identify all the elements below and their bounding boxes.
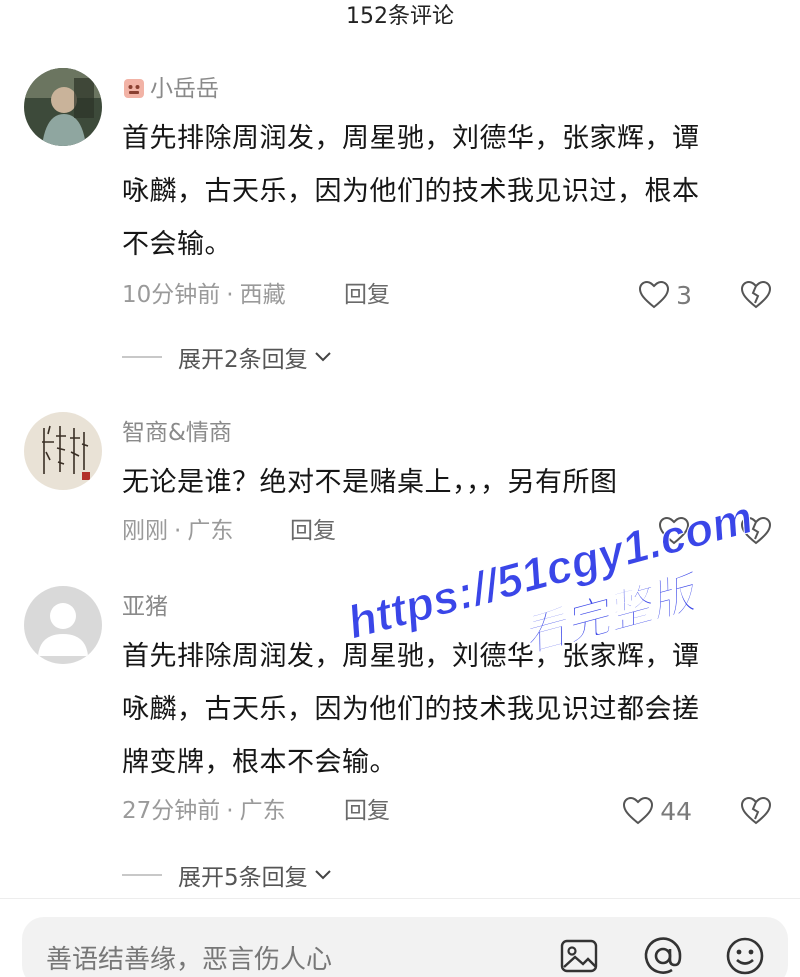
comment-line: 首先排除周润发，周星驰，刘德华，张家辉，谭 <box>122 641 700 672</box>
heart-icon <box>639 280 670 309</box>
emoji-icon[interactable] <box>724 935 766 977</box>
like-count: 44 <box>660 796 692 826</box>
expand-replies-button[interactable]: 展开2条回复 <box>122 342 332 373</box>
reply-button[interactable]: 回复 <box>290 516 336 546</box>
image-icon[interactable] <box>558 935 600 977</box>
broken-heart-icon[interactable] <box>740 796 772 826</box>
divider-dash <box>122 874 162 876</box>
avatar[interactable] <box>24 68 102 146</box>
location: 广东 <box>187 518 234 544</box>
broken-heart-icon[interactable] <box>740 280 772 310</box>
avatar[interactable] <box>24 412 102 490</box>
divider-dash <box>122 356 162 358</box>
comment-text: 首先排除周润发，周星驰，刘德华，张家辉，谭 咏麟，古天乐，因为他们的技术我见识过… <box>122 112 782 271</box>
comment-meta: 27分钟前 · 广东 <box>122 798 286 824</box>
expand-replies-label: 展开2条回复 <box>178 347 308 373</box>
avatar-calligraphy <box>24 412 102 490</box>
comment-composer: 善语结善缘，恶言伤人心 <box>0 898 800 977</box>
username[interactable]: 智商&情商 <box>122 418 232 448</box>
timestamp: 27分钟前 <box>122 798 221 824</box>
heart-icon <box>658 516 690 545</box>
comment-line: 咏麟，古天乐，因为他们的技术我见识过都会搓 <box>122 694 700 725</box>
comment-line: 无论是谁？绝对不是赌桌上，，，另有所图 <box>122 467 618 498</box>
chevron-down-icon <box>314 870 331 880</box>
comment-text: 首先排除周润发，周星驰，刘德华，张家辉，谭 咏麟，古天乐，因为他们的技术我见识过… <box>122 630 782 789</box>
location: 广东 <box>239 798 286 824</box>
expand-replies-button[interactable]: 展开5条回复 <box>122 860 332 891</box>
timestamp: 10分钟前 <box>122 282 221 308</box>
comment-line: 咏麟，古天乐，因为他们的技术我见识过，根本 <box>122 176 700 207</box>
comment-line: 首先排除周润发，周星驰，刘德华，张家辉，谭 <box>122 123 700 154</box>
comment-count-title: 152条评论 <box>346 4 454 29</box>
expand-replies-label: 展开5条回复 <box>178 865 308 891</box>
heart-icon <box>623 796 654 825</box>
comment-text: 无论是谁？绝对不是赌桌上，，，另有所图 <box>122 456 782 509</box>
reply-button[interactable]: 回复 <box>344 280 390 310</box>
comments-header: 152条评论 <box>0 0 800 34</box>
reply-button[interactable]: 回复 <box>344 796 390 826</box>
timestamp: 刚刚 <box>122 518 168 544</box>
like-count: 3 <box>676 280 692 310</box>
username-text: 小岳岳 <box>150 76 219 102</box>
comment-line: 牌变牌，根本不会输。 <box>122 747 397 778</box>
default-avatar-icon <box>24 586 102 664</box>
avatar-photo <box>24 68 102 146</box>
chevron-down-icon <box>314 352 331 362</box>
like-button[interactable]: 3 <box>638 280 692 310</box>
username[interactable]: 亚猪 <box>122 592 168 622</box>
location: 西藏 <box>239 282 286 308</box>
username[interactable]: 小岳岳 <box>122 74 219 104</box>
comment-meta: 10分钟前 · 西藏 <box>122 282 286 308</box>
watermark-url: https://51cgy1.com <box>342 490 758 648</box>
broken-heart-icon[interactable] <box>740 516 772 546</box>
avatar[interactable] <box>24 586 102 664</box>
comment-line: 不会输。 <box>122 229 232 260</box>
like-button[interactable] <box>658 516 690 546</box>
like-button[interactable]: 44 <box>622 796 692 826</box>
monkey-face-icon <box>124 79 144 98</box>
at-icon[interactable] <box>642 935 684 977</box>
comment-meta: 刚刚 · 广东 <box>122 518 234 544</box>
comment-input-placeholder: 善语结善缘，恶言伤人心 <box>46 945 333 975</box>
